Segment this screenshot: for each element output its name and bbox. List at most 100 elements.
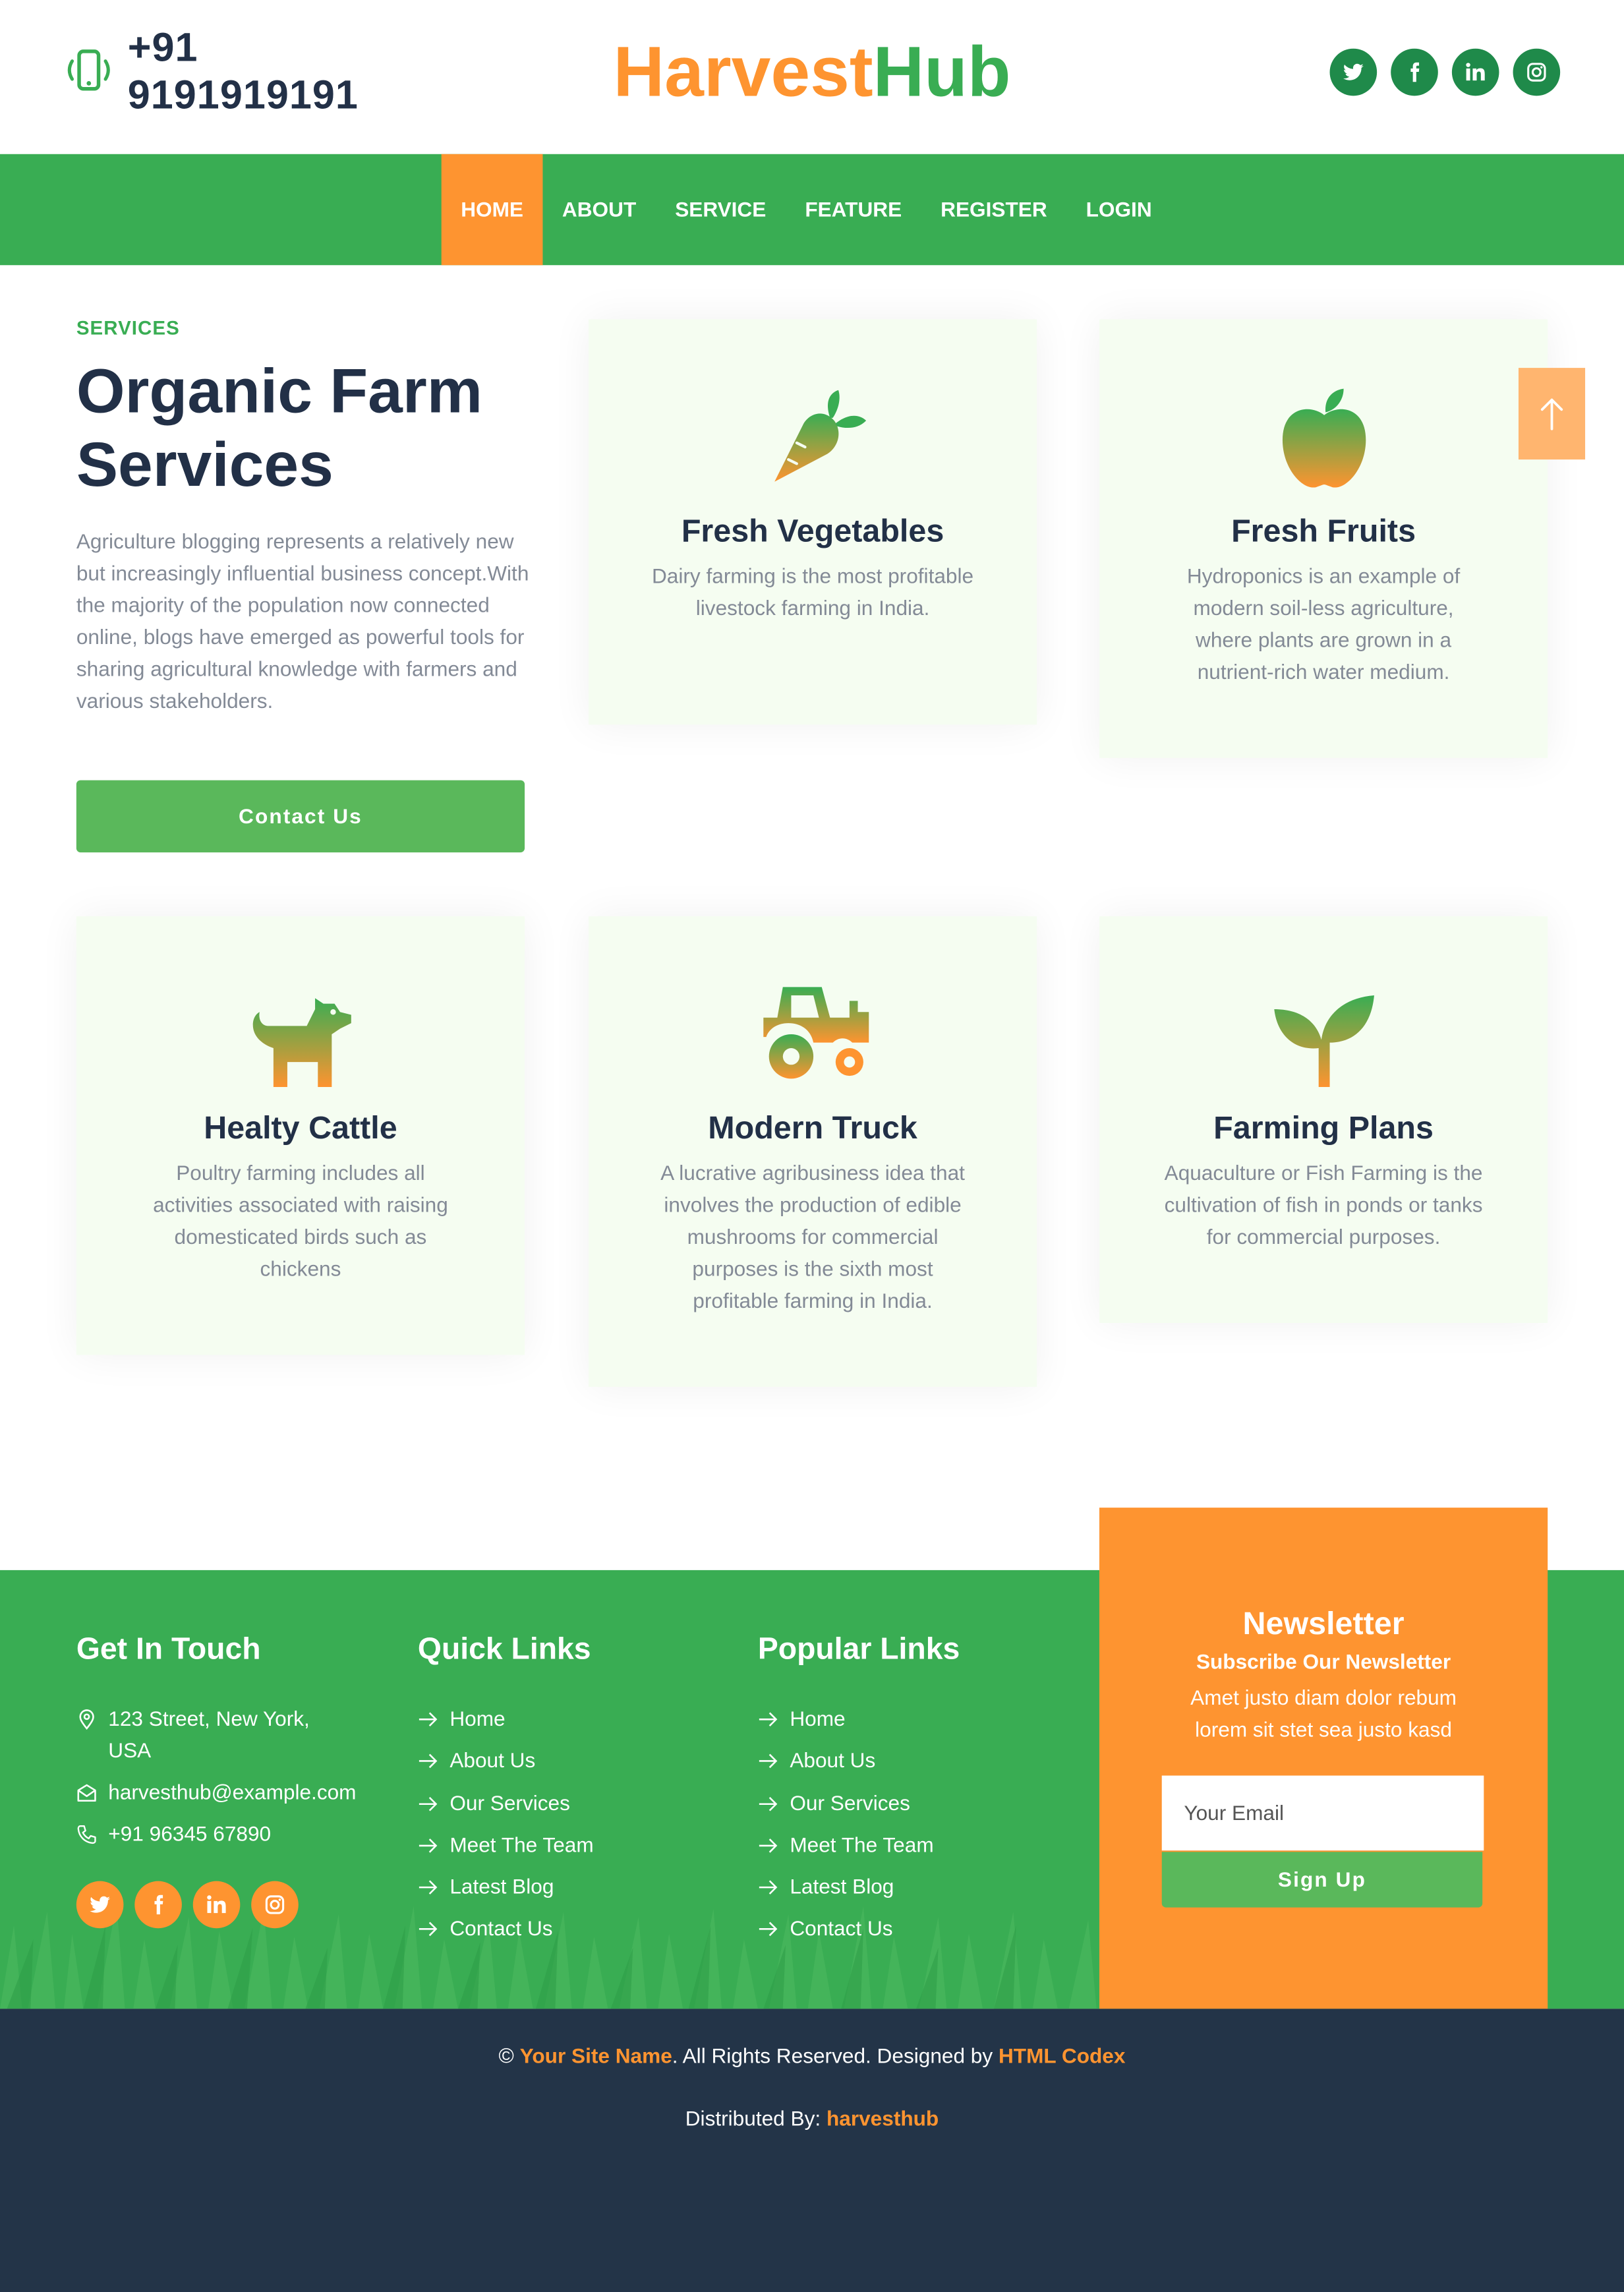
footer-quick-links: Quick Links Home About Us Our Services M…	[418, 1631, 723, 1956]
arrow-right-icon	[759, 1922, 778, 1937]
newsletter-subtitle: Subscribe Our Newsletter	[1196, 1651, 1451, 1674]
seedling-icon	[1273, 995, 1374, 1087]
footer-link[interactable]: Latest Blog	[418, 1871, 723, 1903]
address-text: 123 Street, New York, USA	[108, 1707, 310, 1763]
service-description: Hydroponics is an example of modern soil…	[1186, 565, 1461, 685]
footer-heading: Quick Links	[417, 1631, 591, 1666]
service-description: Aquaculture or Fish Farming is the culti…	[1164, 1161, 1483, 1250]
copyright-text: . All Rights Reserved. Designed by	[672, 2045, 993, 2069]
linkedin-icon[interactable]	[1451, 48, 1499, 96]
footer-heading: Get In Touch	[76, 1631, 261, 1666]
footer-heading: Popular Links	[757, 1631, 960, 1666]
nav-about[interactable]: ABOUT	[542, 154, 655, 265]
nav-home[interactable]: HOME	[441, 154, 543, 266]
service-card-truck[interactable]: Modern Truck A lucrative agribusiness id…	[588, 916, 1037, 1387]
site-name-link[interactable]: Your Site Name	[520, 2045, 672, 2069]
phone-text: +91 96345 67890	[108, 1823, 272, 1846]
nav-feature[interactable]: FEATURE	[786, 154, 921, 265]
arrow-right-icon	[759, 1712, 778, 1727]
footer-link-label: About Us	[450, 1749, 536, 1773]
contact-us-button[interactable]: Contact Us	[76, 780, 525, 853]
service-card-vegetables[interactable]: Fresh Vegetables Dairy farming is the mo…	[588, 319, 1037, 725]
service-card-fruits[interactable]: Fresh Fruits Hydroponics is an example o…	[1099, 319, 1548, 758]
copyright-symbol: ©	[498, 2045, 514, 2069]
main-navbar: HOME ABOUT SERVICE FEATURE REGISTER LOGI…	[0, 154, 1624, 266]
nav-login[interactable]: LOGIN	[1066, 154, 1171, 265]
footer-link-label: Meet The Team	[450, 1833, 594, 1858]
instagram-icon[interactable]	[251, 1881, 299, 1929]
apple-icon	[1281, 388, 1366, 488]
newsletter-email-input[interactable]	[1161, 1775, 1484, 1851]
footer-email[interactable]: harvesthub@example.com	[76, 1777, 382, 1809]
footer-address: 123 Street, New York, USA	[76, 1703, 382, 1767]
nav-register[interactable]: REGISTER	[921, 154, 1066, 265]
copyright-bar: © Your Site Name. All Rights Reserved. D…	[0, 2009, 1624, 2292]
envelope-icon	[77, 1784, 96, 1802]
newsletter-title: Newsletter	[1242, 1604, 1405, 1641]
distributed-line: Distributed By: harvesthub	[0, 2107, 1624, 2131]
twitter-icon[interactable]	[76, 1881, 124, 1929]
footer-link[interactable]: Home	[758, 1703, 1063, 1735]
footer-link[interactable]: Home	[418, 1703, 723, 1735]
nav-service[interactable]: SERVICE	[656, 154, 786, 265]
arrow-right-icon	[419, 1712, 438, 1727]
instagram-icon[interactable]	[1513, 48, 1561, 96]
footer-link-label: Latest Blog	[450, 1875, 554, 1900]
arrow-right-icon	[759, 1796, 778, 1811]
footer-link[interactable]: Latest Blog	[758, 1871, 1063, 1903]
service-description: Dairy farming is the most profitable liv…	[651, 565, 974, 621]
service-title: Fresh Fruits	[1231, 512, 1416, 548]
distributed-label: Distributed By:	[685, 2107, 821, 2131]
twitter-icon[interactable]	[1329, 48, 1378, 96]
arrow-right-icon	[419, 1880, 438, 1895]
section-eyebrow: SERVICES	[76, 316, 180, 339]
arrow-up-icon	[1540, 398, 1563, 430]
arrow-right-icon	[759, 1838, 778, 1853]
footer-popular-links: Popular Links Home About Us Our Services…	[758, 1631, 1063, 1956]
footer-link-label: Contact Us	[450, 1918, 553, 1942]
newsletter-description: Amet justo diam dolor rebum lorem sit st…	[1190, 1686, 1457, 1743]
footer-phone[interactable]: +91 96345 67890	[76, 1819, 382, 1850]
footer-link-label: Home	[790, 1707, 846, 1732]
newsletter-box: Newsletter Subscribe Our Newsletter Amet…	[1099, 1508, 1548, 2009]
service-title: Fresh Vegetables	[681, 512, 944, 548]
dog-icon	[252, 998, 351, 1087]
carrot-icon	[774, 390, 866, 482]
tractor-icon	[763, 987, 869, 1079]
footer-link[interactable]: About Us	[758, 1746, 1063, 1777]
facebook-icon[interactable]	[134, 1881, 182, 1929]
footer-link[interactable]: Meet The Team	[758, 1829, 1063, 1861]
section-description: Agriculture blogging represents a relati…	[76, 530, 529, 714]
designer-link[interactable]: HTML Codex	[999, 2045, 1126, 2069]
footer-link-label: Home	[450, 1707, 506, 1732]
distributor-link[interactable]: harvesthub	[826, 2107, 939, 2131]
facebook-icon[interactable]	[1391, 48, 1438, 96]
service-title: Farming Plans	[1213, 1109, 1434, 1146]
linkedin-icon[interactable]	[192, 1881, 241, 1929]
footer-link[interactable]: Our Services	[418, 1788, 723, 1819]
service-card-plans[interactable]: Farming Plans Aquaculture or Fish Farmin…	[1099, 916, 1548, 1324]
footer-link[interactable]: Our Services	[758, 1788, 1063, 1819]
arrow-right-icon	[419, 1838, 438, 1853]
arrow-right-icon	[419, 1796, 438, 1811]
copyright-line: © Your Site Name. All Rights Reserved. D…	[0, 2045, 1624, 2069]
footer-link-label: Meet The Team	[790, 1833, 934, 1858]
footer-link-label: Our Services	[450, 1791, 570, 1815]
footer-link[interactable]: Meet The Team	[418, 1829, 723, 1861]
footer-link-label: About Us	[790, 1749, 876, 1773]
sign-up-button[interactable]: Sign Up	[1161, 1852, 1483, 1908]
service-card-cattle[interactable]: Healty Cattle Poultry farming includes a…	[76, 916, 525, 1355]
service-title: Healty Cattle	[204, 1109, 397, 1146]
service-description: A lucrative agribusiness idea that invol…	[660, 1161, 965, 1314]
footer-contact: Get In Touch 123 Street, New York, USA h…	[76, 1631, 382, 1929]
footer-link[interactable]: About Us	[418, 1746, 723, 1777]
service-title: Modern Truck	[708, 1109, 917, 1146]
arrow-right-icon	[759, 1754, 778, 1769]
footer-social-links	[76, 1881, 382, 1929]
footer-link[interactable]: Contact Us	[418, 1914, 723, 1945]
footer-link[interactable]: Contact Us	[758, 1914, 1063, 1945]
back-to-top-button[interactable]	[1518, 368, 1586, 460]
footer-link-label: Contact Us	[790, 1918, 893, 1942]
footer-link-label: Our Services	[790, 1791, 910, 1815]
arrow-right-icon	[419, 1754, 438, 1769]
